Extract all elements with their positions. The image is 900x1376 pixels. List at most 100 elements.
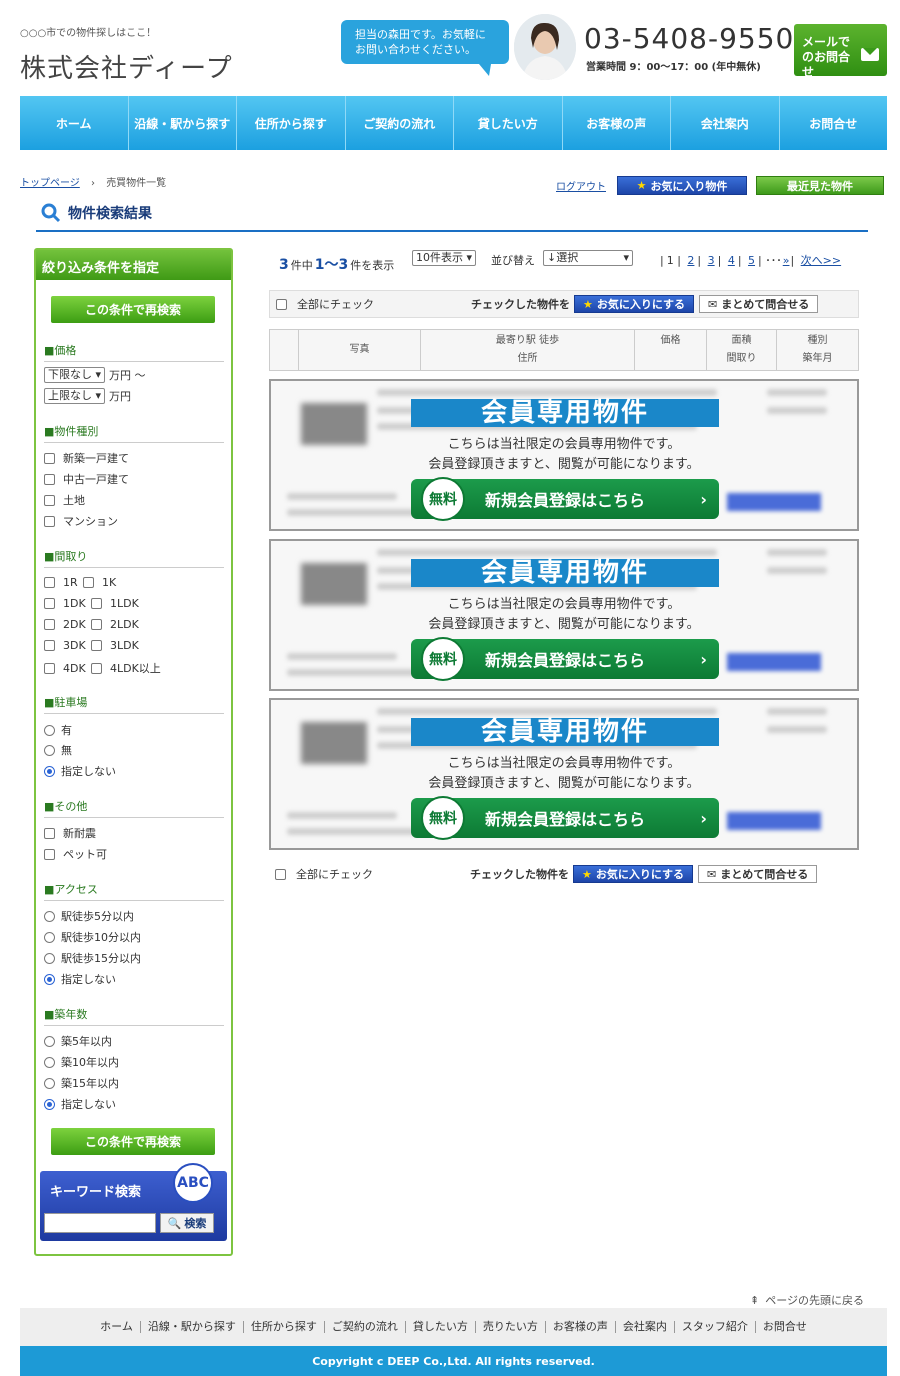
checkbox[interactable] <box>83 577 94 588</box>
access-option[interactable]: 駅徒歩15分以内 <box>44 950 141 966</box>
bulk-inquire-button[interactable]: ✉ まとめて問合せる <box>698 865 818 883</box>
back-to-top-link[interactable]: ⇞ ページの先頭に戻る <box>750 1292 864 1308</box>
page-next-link[interactable]: 次へ>> <box>801 254 841 267</box>
checkbox[interactable] <box>44 848 55 860</box>
footer-link[interactable]: ホーム <box>93 1321 141 1333</box>
checkbox[interactable] <box>44 662 55 674</box>
type-option[interactable]: 中古一戸建て <box>44 471 129 487</box>
parking-option[interactable]: 有 <box>44 722 72 738</box>
footer-link[interactable]: 住所から探す <box>244 1321 325 1333</box>
checkbox[interactable] <box>44 598 55 609</box>
phone-number[interactable]: 03-5408-9550 <box>584 22 794 55</box>
radio[interactable] <box>44 931 55 943</box>
research-button-top[interactable]: この条件で再検索 <box>51 296 215 323</box>
nav-item-contact[interactable]: お問合せ <box>780 96 888 150</box>
bulk-inquire-label: まとめて問合せる <box>720 868 809 881</box>
sort-select[interactable]: ↓選択 ▾ <box>543 250 633 266</box>
radio[interactable] <box>44 724 55 736</box>
page-link[interactable]: 5 <box>748 254 755 267</box>
parking-option[interactable]: 指定しない <box>44 763 116 779</box>
keyword-input[interactable] <box>44 1213 156 1233</box>
page-link[interactable]: 3 <box>708 254 715 267</box>
checkbox[interactable] <box>91 662 102 674</box>
col-built-label: 築年月 <box>802 353 833 364</box>
checkbox[interactable] <box>44 619 55 630</box>
nav-item-address[interactable]: 住所から探す <box>237 96 346 150</box>
access-option[interactable]: 指定しない <box>44 971 116 987</box>
members-only-banner: 会員専用物件 <box>411 718 719 746</box>
star-icon: ★ <box>582 867 592 881</box>
add-favorites-button[interactable]: ★ お気に入りにする <box>573 865 693 883</box>
checkbox[interactable] <box>91 619 102 630</box>
bulk-inquire-button[interactable]: ✉ まとめて問合せる <box>699 295 819 313</box>
parking-option[interactable]: 無 <box>44 742 72 758</box>
footer-link[interactable]: ご契約の流れ <box>325 1321 406 1333</box>
page-last-link[interactable]: » <box>783 254 790 267</box>
checkbox[interactable] <box>44 827 55 839</box>
col-area-label: 面積 <box>731 335 752 346</box>
access-option[interactable]: 駅徒歩5分以内 <box>44 908 134 924</box>
radio-selected[interactable] <box>44 973 55 985</box>
check-all-checkbox[interactable] <box>276 298 287 310</box>
nav-item-company[interactable]: 会社案内 <box>671 96 780 150</box>
footer-link[interactable]: スタッフ紹介 <box>675 1321 756 1333</box>
checkbox[interactable] <box>44 640 55 651</box>
members-only-notice: こちらは当社限定の会員専用物件です。 <box>447 437 681 452</box>
radio[interactable] <box>44 952 55 964</box>
price-min-select[interactable]: 下限なし ▾ <box>44 367 106 383</box>
radio[interactable] <box>44 1035 55 1047</box>
footer-link[interactable]: お問合せ <box>756 1321 814 1333</box>
nav-item-home[interactable]: ホーム <box>20 96 129 150</box>
access-option[interactable]: 駅徒歩10分以内 <box>44 929 141 945</box>
check-all-checkbox[interactable] <box>275 868 286 880</box>
nav-item-voices[interactable]: お客様の声 <box>563 96 671 150</box>
keyword-search-button[interactable]: 🔍 検索 <box>160 1213 214 1233</box>
type-option[interactable]: 土地 <box>44 492 85 508</box>
checkbox[interactable] <box>44 473 55 485</box>
checkbox[interactable] <box>44 515 55 527</box>
footer-link[interactable]: 沿線・駅から探す <box>141 1321 244 1333</box>
breadcrumb-top-link[interactable]: トップページ <box>20 178 80 189</box>
register-button[interactable]: 無料 新規会員登録はこちら › <box>411 796 719 840</box>
research-button-bottom[interactable]: この条件で再検索 <box>51 1128 215 1155</box>
recently-viewed-button[interactable]: 最近見た物件 <box>756 176 884 195</box>
register-button[interactable]: 無料 新規会員登録はこちら › <box>411 637 719 681</box>
page-link[interactable]: 4 <box>728 254 735 267</box>
register-button[interactable]: 無料 新規会員登録はこちら › <box>411 477 719 521</box>
checkbox[interactable] <box>44 452 55 464</box>
favorites-button[interactable]: ★ お気に入り物件 <box>617 176 747 195</box>
footer-link[interactable]: 会社案内 <box>616 1321 675 1333</box>
per-page-select[interactable]: 10件表示 ▾ <box>412 250 477 266</box>
footer-link[interactable]: 売りたい方 <box>476 1321 546 1333</box>
checkbox[interactable] <box>91 640 102 651</box>
nav-item-line-station[interactable]: 沿線・駅から探す <box>129 96 237 150</box>
page-link[interactable]: 2 <box>687 254 694 267</box>
footer-link[interactable]: お客様の声 <box>546 1321 616 1333</box>
radio[interactable] <box>44 744 55 756</box>
footer-link[interactable]: 貸したい方 <box>406 1321 476 1333</box>
nav-item-landlord[interactable]: 貸したい方 <box>454 96 563 150</box>
radio-selected[interactable] <box>44 765 55 777</box>
checkbox[interactable] <box>44 577 55 588</box>
mail-inquiry-button[interactable]: メールでのお問合せ <box>794 24 887 79</box>
nav-item-contract-flow[interactable]: ご契約の流れ <box>346 96 454 150</box>
radio[interactable] <box>44 1077 55 1089</box>
age-option[interactable]: 築15年以内 <box>44 1075 119 1091</box>
radio-selected[interactable] <box>44 1098 55 1110</box>
radio[interactable] <box>44 910 55 922</box>
type-option[interactable]: 新築一戸建て <box>44 450 129 466</box>
logout-link[interactable]: ログアウト <box>556 178 606 193</box>
radio[interactable] <box>44 1056 55 1068</box>
age-option[interactable]: 指定しない <box>44 1096 116 1112</box>
checkbox[interactable] <box>91 598 102 609</box>
age-option[interactable]: 築5年以内 <box>44 1033 112 1049</box>
other-option[interactable]: ペット可 <box>44 846 107 862</box>
age-option[interactable]: 築10年以内 <box>44 1054 119 1070</box>
other-option[interactable]: 新耐震 <box>44 825 96 841</box>
price-max-select[interactable]: 上限なし ▾ <box>44 388 106 404</box>
company-logo[interactable]: 株式会社ディープ <box>20 48 233 85</box>
blurred-text <box>287 509 417 516</box>
type-option[interactable]: マンション <box>44 513 118 529</box>
add-favorites-button[interactable]: ★ お気に入りにする <box>574 295 694 313</box>
checkbox[interactable] <box>44 494 55 506</box>
